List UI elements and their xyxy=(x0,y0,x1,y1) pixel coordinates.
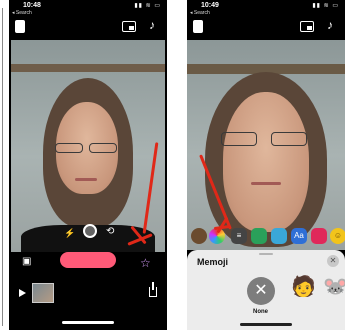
page-divider xyxy=(2,8,3,326)
flip-camera-icon[interactable]: ⟲ xyxy=(106,226,114,237)
back-to-search-link[interactable]: ◂ Search xyxy=(190,10,210,16)
none-memoji-label: None xyxy=(253,309,268,315)
music-note-icon[interactable]: ♪ xyxy=(327,19,333,31)
flash-icon[interactable]: ⚡ xyxy=(64,228,75,239)
glasses-left-lens xyxy=(221,132,257,146)
share-icon[interactable] xyxy=(149,282,157,297)
status-bar: 10:49 ◂ Search ▮▮ ≋ ▭ xyxy=(187,0,345,18)
labels-effect-icon[interactable]: Aa xyxy=(291,228,307,244)
record-button[interactable] xyxy=(60,252,116,268)
effects-star-icon[interactable]: ☆ xyxy=(140,256,151,270)
stickers-effect-icon[interactable] xyxy=(311,228,327,244)
project-document-icon[interactable] xyxy=(15,20,25,33)
glasses-right-lens xyxy=(271,132,307,146)
status-time: 10:48 xyxy=(23,2,41,9)
effects-toolbar: ≡ Aa ☺ xyxy=(187,228,345,246)
camera-viewport xyxy=(11,40,165,252)
memoji-mouse-option[interactable]: 🐭 xyxy=(323,275,345,299)
glasses-right-lens xyxy=(89,143,117,153)
status-indicators: ▮▮ ≋ ▭ xyxy=(312,3,339,9)
person-face xyxy=(223,92,309,232)
screenshot-stage: 10:48 ◂ Search ▮▮ ≋ ▭ ♪ ⚡ ⟲ ▣ ☆ 10:49 ◂ … xyxy=(0,0,345,332)
mouth xyxy=(251,182,281,185)
photos-effect-icon[interactable] xyxy=(271,228,287,244)
music-note-icon[interactable]: ♪ xyxy=(149,19,155,31)
home-indicator xyxy=(240,323,292,326)
emoji-effect-icon[interactable]: ☺ xyxy=(330,228,345,244)
project-document-icon[interactable] xyxy=(193,20,203,33)
library-icon[interactable]: ▣ xyxy=(22,256,31,267)
shutter-button[interactable] xyxy=(83,224,97,238)
left-phone-screen: 10:48 ◂ Search ▮▮ ≋ ▭ ♪ ⚡ ⟲ ▣ ☆ xyxy=(9,0,167,330)
clip-thumbnail[interactable] xyxy=(32,283,54,303)
none-memoji-option[interactable]: ✕ xyxy=(247,277,275,305)
close-icon[interactable]: ✕ xyxy=(327,255,339,267)
status-time: 10:49 xyxy=(201,2,219,9)
memoji-effect-icon[interactable] xyxy=(191,228,207,244)
right-phone-screen: 10:49 ◂ Search ▮▮ ≋ ▭ ♪ ≡ Aa ☺ Memoji ✕ … xyxy=(187,0,345,330)
play-icon[interactable] xyxy=(19,289,26,297)
text-bubble-effect-icon[interactable]: ≡ xyxy=(231,228,247,244)
memoji-panel: Memoji ✕ ✕ None 🧑 🐭 xyxy=(187,250,345,330)
memoji-person-option[interactable]: 🧑 xyxy=(291,275,316,299)
background-photo-frame xyxy=(11,64,165,72)
status-indicators: ▮▮ ≋ ▭ xyxy=(134,3,161,9)
mouth xyxy=(75,178,97,181)
shapes-effect-icon[interactable] xyxy=(251,228,267,244)
home-indicator xyxy=(62,321,114,324)
aspect-layout-icon[interactable] xyxy=(300,21,314,32)
camera-viewport xyxy=(187,40,345,250)
status-bar: 10:48 ◂ Search ▮▮ ≋ ▭ xyxy=(9,0,167,18)
back-to-search-link[interactable]: ◂ Search xyxy=(12,10,32,16)
glasses-left-lens xyxy=(55,143,83,153)
aspect-layout-icon[interactable] xyxy=(122,21,136,32)
panel-grabber[interactable] xyxy=(259,253,273,255)
memoji-panel-title: Memoji xyxy=(197,257,229,267)
